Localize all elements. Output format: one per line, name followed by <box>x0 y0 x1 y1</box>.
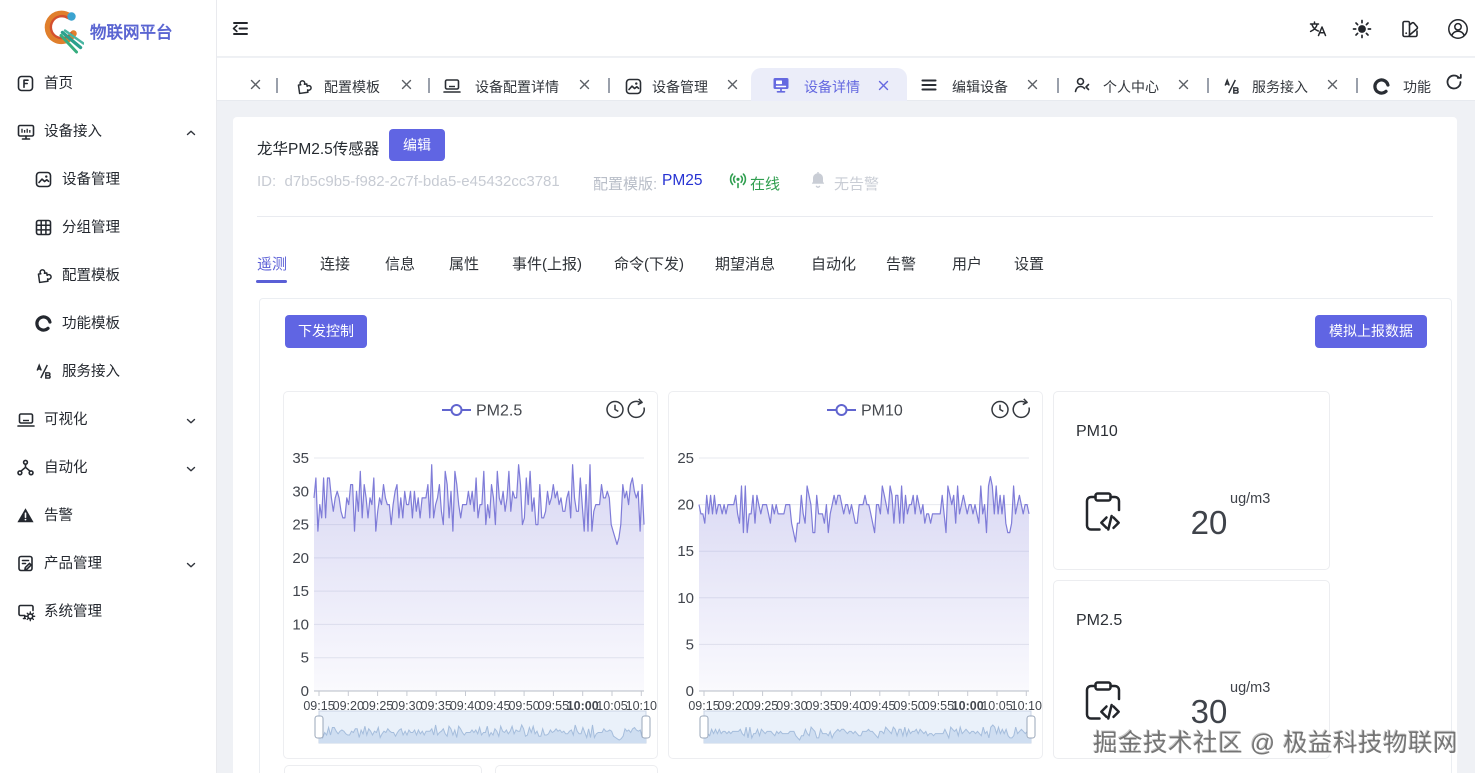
svg-text:10: 10 <box>677 590 694 607</box>
svg-text:0: 0 <box>686 683 694 700</box>
svg-text:PM10: PM10 <box>861 403 903 420</box>
svg-text:0: 0 <box>301 683 309 700</box>
svg-text:5: 5 <box>686 636 694 653</box>
svg-text:15: 15 <box>677 543 694 560</box>
svg-text:20: 20 <box>292 550 309 567</box>
svg-text:30: 30 <box>292 483 309 500</box>
svg-text:15: 15 <box>292 583 309 600</box>
svg-text:PM2.5: PM2.5 <box>476 403 522 420</box>
svg-text:25: 25 <box>292 517 309 534</box>
svg-text:35: 35 <box>292 450 309 467</box>
svg-text:25: 25 <box>677 450 694 467</box>
svg-text:5: 5 <box>301 650 309 667</box>
svg-text:10: 10 <box>292 616 309 633</box>
svg-text:20: 20 <box>677 497 694 514</box>
